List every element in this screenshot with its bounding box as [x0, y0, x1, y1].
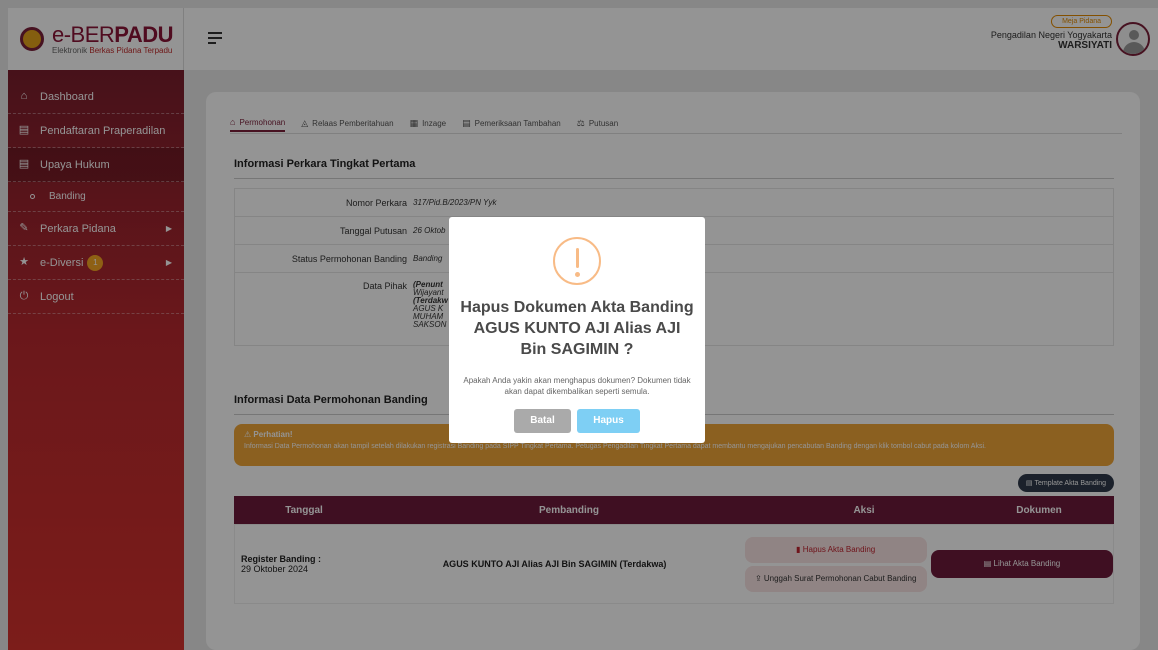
confirm-dialog: Hapus Dokumen Akta Banding AGUS KUNTO AJ… — [449, 217, 705, 443]
dialog-message: Apakah Anda yakin akan menghapus dokumen… — [463, 376, 691, 396]
dialog-title: Hapus Dokumen Akta Banding AGUS KUNTO AJ… — [460, 299, 694, 358]
warning-icon — [553, 237, 601, 285]
confirm-delete-button[interactable]: Hapus — [577, 409, 640, 433]
cancel-button[interactable]: Batal — [514, 409, 571, 433]
